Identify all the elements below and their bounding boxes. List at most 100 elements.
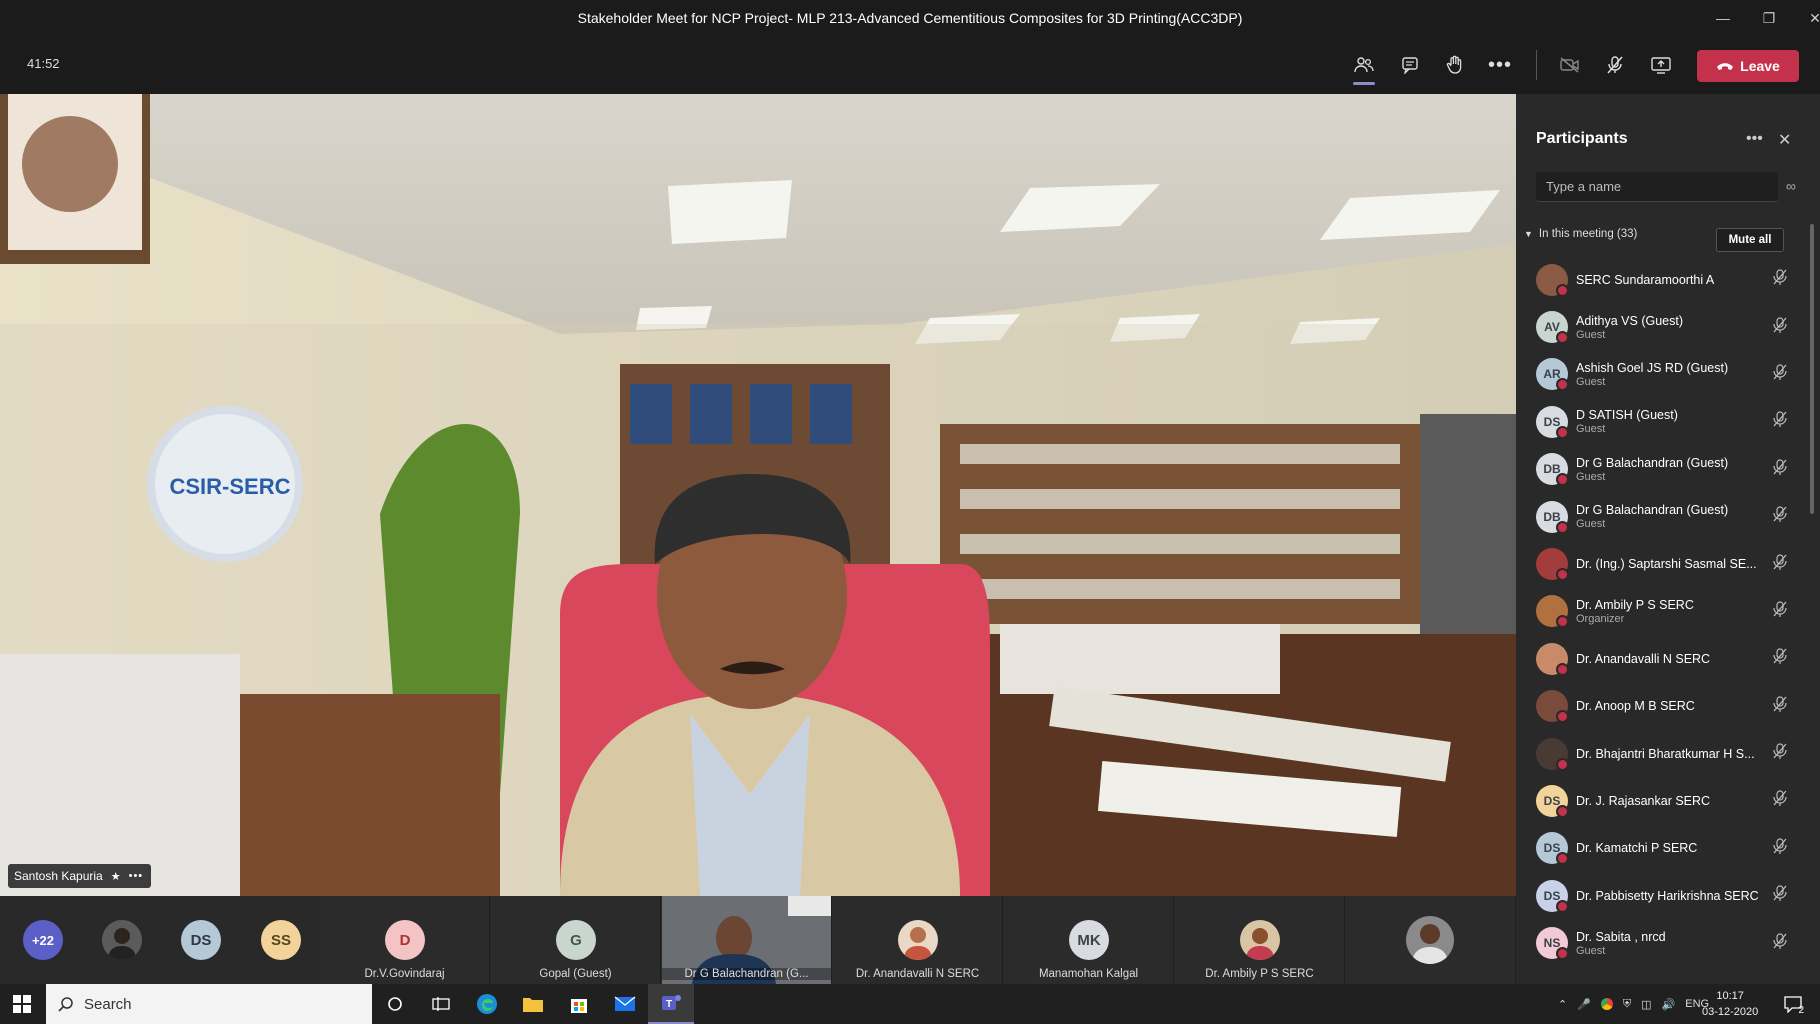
mic-off-icon[interactable] bbox=[1772, 647, 1788, 670]
mic-off-icon[interactable] bbox=[1772, 600, 1788, 623]
participant-row[interactable]: Dr. Ambily P S SERC Organizer bbox=[1516, 588, 1812, 635]
camera-toggle-button[interactable] bbox=[1552, 48, 1588, 82]
participant-avatar[interactable]: DS bbox=[181, 920, 221, 960]
participant-tile[interactable]: Dr. Anandavalli N SERC bbox=[833, 896, 1003, 984]
more-participants-badge[interactable]: +22 bbox=[23, 920, 63, 960]
restore-icon[interactable]: ❐ bbox=[1746, 0, 1792, 36]
avatar-initials: DB bbox=[1543, 462, 1561, 477]
mic-off-icon[interactable] bbox=[1772, 884, 1788, 907]
minimize-icon[interactable]: — bbox=[1700, 0, 1746, 36]
participant-row[interactable]: DS D SATISH (Guest) Guest bbox=[1516, 398, 1812, 445]
leave-button[interactable]: Leave bbox=[1697, 50, 1799, 82]
participant-row[interactable]: AV Adithya VS (Guest) Guest bbox=[1516, 303, 1812, 350]
share-screen-button[interactable] bbox=[1643, 48, 1679, 82]
participant-avatar: DB bbox=[1536, 453, 1569, 487]
participant-row[interactable]: DS Dr. Kamatchi P SERC bbox=[1516, 825, 1812, 872]
participant-row[interactable]: AR Ashish Goel JS RD (Guest) Guest bbox=[1516, 351, 1812, 398]
participant-avatar: DS bbox=[1536, 879, 1569, 913]
notification-center-button[interactable]: 2 bbox=[1780, 992, 1806, 1016]
mic-off-icon[interactable] bbox=[1772, 505, 1788, 528]
cortana-button[interactable] bbox=[372, 984, 418, 1024]
panel-options-icon[interactable]: ••• bbox=[1746, 130, 1763, 148]
participant-info: D SATISH (Guest) Guest bbox=[1576, 408, 1761, 435]
participant-row[interactable]: Dr. Anoop M B SERC bbox=[1516, 683, 1812, 730]
mic-toggle-button[interactable] bbox=[1597, 48, 1633, 82]
close-window-icon[interactable]: ✕ bbox=[1792, 0, 1820, 36]
chevron-up-icon[interactable]: ⌃ bbox=[1558, 998, 1567, 1011]
edge-app[interactable] bbox=[464, 984, 510, 1024]
mic-off-icon[interactable] bbox=[1772, 458, 1788, 481]
mic-off-icon[interactable] bbox=[1772, 695, 1788, 718]
avatar bbox=[1406, 916, 1454, 964]
speaker-name-tag[interactable]: Santosh Kapuria ★ ••• bbox=[8, 864, 152, 888]
store-app[interactable] bbox=[556, 984, 602, 1024]
avatar-initials: G bbox=[570, 931, 582, 949]
participant-info: Dr G Balachandran (Guest) Guest bbox=[1576, 503, 1761, 530]
participant-tile[interactable]: G Gopal (Guest) bbox=[491, 896, 661, 984]
participant-avatar bbox=[1536, 263, 1569, 297]
mic-off-icon[interactable] bbox=[1772, 316, 1788, 339]
chrome-tray-icon[interactable] bbox=[1600, 998, 1613, 1010]
start-button[interactable] bbox=[0, 984, 44, 1024]
volume-icon[interactable]: 🔊 bbox=[1662, 998, 1676, 1011]
mic-off-icon[interactable] bbox=[1772, 553, 1788, 576]
participant-tile-video[interactable]: Dr G Balachandran (G... bbox=[662, 896, 832, 984]
participant-avatar bbox=[1536, 690, 1569, 724]
participant-row[interactable]: DB Dr G Balachandran (Guest) Guest bbox=[1516, 446, 1812, 493]
mic-off-icon[interactable] bbox=[1772, 837, 1788, 860]
mic-off-icon[interactable] bbox=[1772, 410, 1788, 433]
panel-title: Participants bbox=[1536, 130, 1628, 147]
participant-tile[interactable]: Dr. Ambily P S SERC bbox=[1175, 896, 1345, 984]
participant-row[interactable]: DS Dr. Pabbisetty Harikrishna SERC bbox=[1516, 872, 1812, 919]
taskbar-search[interactable]: Search bbox=[46, 984, 372, 1024]
chat-button[interactable] bbox=[1392, 48, 1428, 82]
participant-search-input[interactable]: Type a name bbox=[1536, 172, 1778, 202]
shield-icon[interactable]: ⛨ bbox=[1623, 998, 1631, 1011]
mic-off-icon[interactable] bbox=[1772, 932, 1788, 955]
participant-tile[interactable]: D Dr.V.Govindaraj bbox=[320, 896, 490, 984]
meeting-toolbar: 41:52 ••• Leave bbox=[0, 36, 1820, 94]
panel-scrollbar[interactable] bbox=[1810, 224, 1814, 514]
more-actions-button[interactable]: ••• bbox=[1482, 48, 1518, 82]
raise-hand-button[interactable] bbox=[1437, 48, 1473, 82]
participant-row[interactable]: DB Dr G Balachandran (Guest) Guest bbox=[1516, 493, 1812, 540]
participant-row[interactable]: Dr. Bhajantri Bharatkumar H S... bbox=[1516, 730, 1812, 777]
mic-off-icon[interactable] bbox=[1772, 742, 1788, 765]
participants-button[interactable] bbox=[1346, 48, 1382, 85]
mute-all-button[interactable]: Mute all bbox=[1716, 228, 1784, 252]
share-invite-icon[interactable]: ∞ bbox=[1786, 178, 1796, 194]
taskbar-clock[interactable]: 10:17 03-12-2020 bbox=[1702, 988, 1758, 1020]
tile-options-icon[interactable]: ••• bbox=[129, 870, 144, 882]
mic-off-icon bbox=[1607, 56, 1623, 74]
mic-off-icon[interactable] bbox=[1772, 789, 1788, 812]
avatar-initials: DS bbox=[1543, 888, 1561, 903]
participant-avatar[interactable] bbox=[102, 920, 142, 960]
participant-row[interactable]: DS Dr. J. Rajasankar SERC bbox=[1516, 777, 1812, 824]
network-icon[interactable]: ◫ bbox=[1641, 998, 1651, 1011]
participant-tile[interactable]: MK Manamohan Kalgal bbox=[1004, 896, 1174, 984]
participant-row[interactable]: SERC Sundaramoorthi A bbox=[1516, 256, 1812, 303]
participant-row[interactable]: Dr. (Ing.) Saptarshi Sasmal SE... bbox=[1516, 540, 1812, 587]
pin-icon[interactable]: ★ bbox=[111, 870, 121, 883]
participant-name: D SATISH (Guest) bbox=[1576, 408, 1678, 423]
avatar-initials: MK bbox=[1077, 931, 1101, 949]
notification-count: 2 bbox=[1798, 1005, 1804, 1016]
close-panel-icon[interactable]: ✕ bbox=[1778, 130, 1791, 150]
window-title: Stakeholder Meet for NCP Project- MLP 21… bbox=[577, 10, 1243, 26]
microphone-tray-icon[interactable]: 🎤 bbox=[1577, 998, 1591, 1011]
search-icon bbox=[58, 997, 73, 1012]
participant-info: Dr. J. Rajasankar SERC bbox=[1576, 794, 1761, 808]
mic-off-icon[interactable] bbox=[1772, 268, 1788, 291]
file-explorer-app[interactable] bbox=[510, 984, 556, 1024]
participant-row[interactable]: Dr. Anandavalli N SERC bbox=[1516, 635, 1812, 682]
mail-app[interactable] bbox=[602, 984, 648, 1024]
task-view-button[interactable] bbox=[418, 984, 464, 1024]
participant-row[interactable]: NS Dr. Sabita , nrcd Guest bbox=[1516, 919, 1812, 966]
chat-icon bbox=[1402, 57, 1418, 74]
main-video[interactable]: CSIR-SERC Santosh Kapuria ★ ••• bbox=[0, 94, 1516, 896]
participant-tile[interactable] bbox=[1346, 896, 1516, 984]
mic-off-icon[interactable] bbox=[1772, 363, 1788, 386]
teams-app[interactable]: T bbox=[648, 984, 694, 1024]
meeting-section-header[interactable]: ▼ In this meeting (33) bbox=[1524, 228, 1637, 240]
participant-avatar[interactable]: SS bbox=[261, 920, 301, 960]
